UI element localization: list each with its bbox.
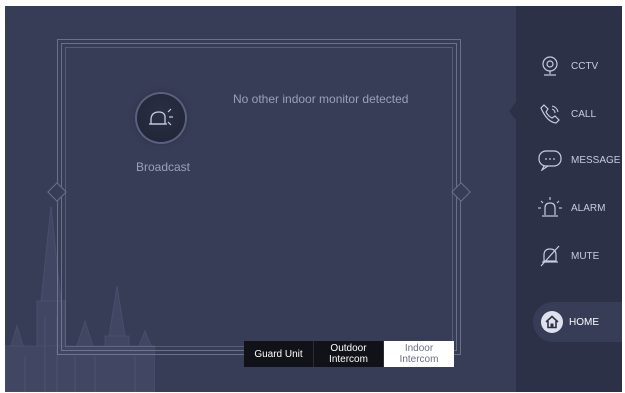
alarm-siren-icon — [538, 196, 562, 220]
sidebar-item-message[interactable]: MESSAGE — [538, 146, 622, 174]
sidebar-item-label: CCTV — [571, 60, 599, 72]
sidebar: CCTV CALL MESSAGE ALARM MUTE HOME — [509, 6, 622, 392]
sidebar-item-alarm[interactable]: ALARM — [538, 194, 622, 222]
sidebar-item-label: CALL — [571, 108, 597, 120]
broadcast-label: Broadcast — [135, 160, 191, 174]
intercom-screen: Broadcast No other indoor monitor detect… — [5, 6, 622, 392]
tab-outdoor-intercom[interactable]: Outdoor Intercom — [314, 341, 384, 367]
main-panel: Broadcast No other indoor monitor detect… — [5, 6, 516, 392]
sidebar-item-mute[interactable]: MUTE — [538, 242, 622, 270]
sidebar-item-label: HOME — [569, 316, 599, 328]
sidebar-notch — [509, 102, 516, 120]
sidebar-item-home[interactable]: HOME — [538, 308, 622, 336]
message-bubble-icon — [538, 148, 562, 172]
bell-muted-icon — [538, 244, 562, 268]
status-message: No other indoor monitor detected — [233, 92, 409, 106]
sidebar-item-label: MESSAGE — [571, 154, 621, 166]
sidebar-item-cctv[interactable]: CCTV — [538, 52, 622, 80]
ornamental-frame — [47, 39, 471, 355]
tab-guard-unit[interactable]: Guard Unit — [244, 341, 314, 367]
tab-indoor-intercom[interactable]: Indoor Intercom — [384, 341, 454, 367]
intercom-tabs: Guard Unit Outdoor Intercom Indoor Interc… — [244, 341, 454, 367]
sidebar-item-label: ALARM — [571, 202, 606, 214]
sidebar-item-call[interactable]: CALL — [538, 100, 622, 128]
home-icon — [541, 311, 563, 333]
tab-outdoor-intercom-label: Outdoor Intercom — [329, 343, 368, 365]
sidebar-item-label: MUTE — [571, 250, 600, 262]
broadcast-bell-icon — [149, 108, 173, 126]
broadcast-button[interactable] — [137, 94, 185, 142]
phone-icon — [538, 102, 562, 126]
broadcast-control: Broadcast — [123, 92, 203, 192]
cctv-camera-icon — [538, 54, 562, 78]
